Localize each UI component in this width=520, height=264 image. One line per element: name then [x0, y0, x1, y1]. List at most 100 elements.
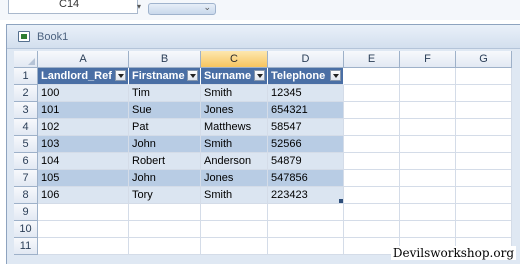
- table-cell[interactable]: Smith: [201, 187, 268, 204]
- table-cell[interactable]: 654321: [268, 102, 344, 119]
- empty-cell[interactable]: [129, 221, 201, 238]
- row-header-2[interactable]: 2: [14, 85, 38, 102]
- empty-cell[interactable]: [38, 238, 129, 255]
- table-cell[interactable]: 102: [38, 119, 129, 136]
- empty-cell[interactable]: [456, 68, 512, 85]
- filter-dropdown-icon[interactable]: [187, 70, 198, 81]
- table-header-cell[interactable]: Surname: [201, 68, 268, 85]
- filter-dropdown-icon[interactable]: [254, 70, 265, 81]
- column-header-b[interactable]: B: [129, 51, 201, 68]
- empty-cell[interactable]: [344, 68, 400, 85]
- row-header-7[interactable]: 7: [14, 170, 38, 187]
- table-cell[interactable]: Anderson: [201, 153, 268, 170]
- filter-dropdown-icon[interactable]: [115, 70, 126, 81]
- empty-cell[interactable]: [400, 170, 456, 187]
- row-header-11[interactable]: 11: [14, 238, 38, 255]
- column-header-e[interactable]: E: [344, 51, 400, 68]
- workbook-title-bar[interactable]: Book1: [7, 25, 520, 49]
- column-header-d[interactable]: D: [268, 51, 344, 68]
- empty-cell[interactable]: [344, 187, 400, 204]
- row-header-9[interactable]: 9: [14, 204, 38, 221]
- empty-cell[interactable]: [400, 187, 456, 204]
- table-cell[interactable]: John: [129, 170, 201, 187]
- empty-cell[interactable]: [344, 102, 400, 119]
- table-cell[interactable]: Matthews: [201, 119, 268, 136]
- column-header-a[interactable]: A: [38, 51, 129, 68]
- row-header-4[interactable]: 4: [14, 119, 38, 136]
- table-cell[interactable]: 104: [38, 153, 129, 170]
- empty-cell[interactable]: [38, 204, 129, 221]
- empty-cell[interactable]: [456, 85, 512, 102]
- empty-cell[interactable]: [400, 153, 456, 170]
- table-cell[interactable]: 101: [38, 102, 129, 119]
- empty-cell[interactable]: [400, 102, 456, 119]
- empty-cell[interactable]: [456, 204, 512, 221]
- row-header-3[interactable]: 3: [14, 102, 38, 119]
- empty-cell[interactable]: [400, 68, 456, 85]
- table-cell[interactable]: 105: [38, 170, 129, 187]
- excel-workbook-icon[interactable]: [18, 31, 30, 42]
- table-cell[interactable]: Jones: [201, 102, 268, 119]
- row-header-1[interactable]: 1: [14, 68, 38, 85]
- column-header-c[interactable]: C: [201, 51, 268, 68]
- table-cell[interactable]: 100: [38, 85, 129, 102]
- empty-cell[interactable]: [268, 204, 344, 221]
- table-cell[interactable]: Sue: [129, 102, 201, 119]
- empty-cell[interactable]: [344, 85, 400, 102]
- empty-cell[interactable]: [344, 170, 400, 187]
- empty-cell[interactable]: [129, 238, 201, 255]
- empty-cell[interactable]: [268, 221, 344, 238]
- empty-cell[interactable]: [201, 204, 268, 221]
- table-cell[interactable]: 58547: [268, 119, 344, 136]
- select-all-corner[interactable]: [14, 51, 38, 68]
- row-header-6[interactable]: 6: [14, 153, 38, 170]
- empty-cell[interactable]: [456, 221, 512, 238]
- table-cell[interactable]: 12345: [268, 85, 344, 102]
- table-cell[interactable]: Jones: [201, 170, 268, 187]
- column-header-f[interactable]: F: [400, 51, 456, 68]
- empty-cell[interactable]: [400, 136, 456, 153]
- table-cell[interactable]: Pat: [129, 119, 201, 136]
- table-resize-handle[interactable]: [339, 199, 343, 203]
- table-cell[interactable]: Tim: [129, 85, 201, 102]
- table-cell[interactable]: 547856: [268, 170, 344, 187]
- empty-cell[interactable]: [129, 204, 201, 221]
- table-cell[interactable]: 103: [38, 136, 129, 153]
- table-cell[interactable]: 106: [38, 187, 129, 204]
- table-header-cell[interactable]: Firstname: [129, 68, 201, 85]
- table-header-cell[interactable]: Telephone: [268, 68, 344, 85]
- empty-cell[interactable]: [400, 119, 456, 136]
- empty-cell[interactable]: [456, 187, 512, 204]
- row-header-10[interactable]: 10: [14, 221, 38, 238]
- empty-cell[interactable]: [344, 204, 400, 221]
- empty-cell[interactable]: [201, 238, 268, 255]
- table-cell[interactable]: Smith: [201, 136, 268, 153]
- table-cell[interactable]: Tory: [129, 187, 201, 204]
- table-header-cell[interactable]: Landlord_Ref: [38, 68, 129, 85]
- table-cell[interactable]: Smith: [201, 85, 268, 102]
- empty-cell[interactable]: [400, 85, 456, 102]
- empty-cell[interactable]: [456, 102, 512, 119]
- row-header-8[interactable]: 8: [14, 187, 38, 204]
- empty-cell[interactable]: [38, 221, 129, 238]
- empty-cell[interactable]: [456, 119, 512, 136]
- empty-cell[interactable]: [400, 204, 456, 221]
- filter-dropdown-icon[interactable]: [330, 70, 341, 81]
- empty-cell[interactable]: [456, 153, 512, 170]
- name-box-dropdown-icon[interactable]: ▾: [137, 2, 141, 11]
- empty-cell[interactable]: [201, 221, 268, 238]
- empty-cell[interactable]: [268, 238, 344, 255]
- empty-cell[interactable]: [456, 136, 512, 153]
- column-header-g[interactable]: G: [456, 51, 512, 68]
- table-cell[interactable]: 223423: [268, 187, 344, 204]
- row-header-5[interactable]: 5: [14, 136, 38, 153]
- formula-expand-button[interactable]: ⌄: [148, 2, 216, 15]
- table-cell[interactable]: 54879: [268, 153, 344, 170]
- empty-cell[interactable]: [344, 119, 400, 136]
- empty-cell[interactable]: [456, 170, 512, 187]
- empty-cell[interactable]: [344, 136, 400, 153]
- table-cell[interactable]: 52566: [268, 136, 344, 153]
- empty-cell[interactable]: [400, 221, 456, 238]
- empty-cell[interactable]: [344, 153, 400, 170]
- empty-cell[interactable]: [344, 221, 400, 238]
